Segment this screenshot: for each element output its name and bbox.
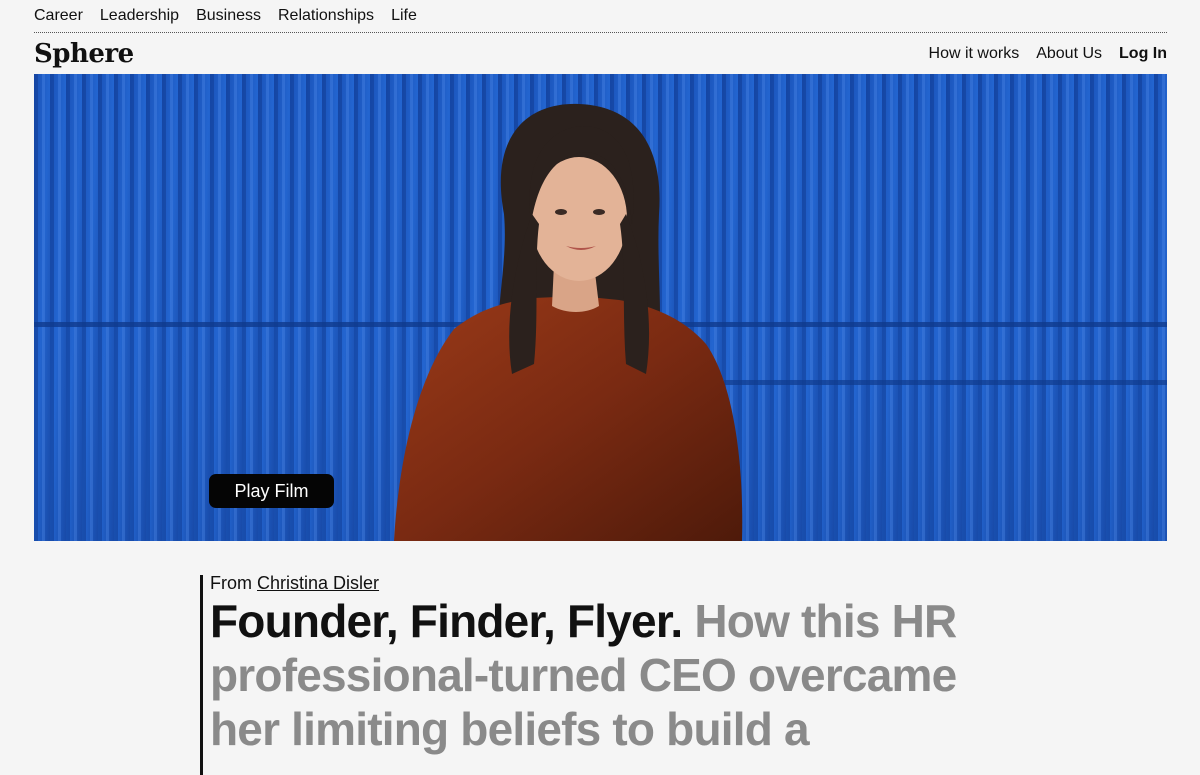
nav-item-business[interactable]: Business — [196, 7, 261, 25]
site-logo[interactable]: Sphere — [34, 39, 134, 69]
main-header: Sphere How it works About Us Log In — [34, 34, 1167, 74]
nav-item-life[interactable]: Life — [391, 7, 417, 25]
log-in-link[interactable]: Log In — [1119, 45, 1167, 63]
headline-lead: Founder, Finder, Flyer. — [210, 595, 683, 647]
how-it-works-link[interactable]: How it works — [929, 45, 1020, 63]
hero-image: Play Film — [34, 74, 1167, 541]
nav-item-career[interactable]: Career — [34, 7, 83, 25]
author-link[interactable]: Christina Disler — [257, 573, 379, 593]
play-film-button[interactable]: Play Film — [209, 474, 334, 508]
article-headline: Founder, Finder, Flyer. How this HR prof… — [210, 594, 990, 756]
byline-from: From — [210, 573, 252, 593]
category-nav: Career Leadership Business Relationships… — [34, 0, 1167, 33]
byline: From Christina Disler — [210, 573, 1000, 594]
hero-photo — [34, 74, 1167, 541]
nav-item-relationships[interactable]: Relationships — [278, 7, 374, 25]
article-intro: From Christina Disler Founder, Finder, F… — [200, 573, 1000, 775]
main-nav: How it works About Us Log In — [929, 45, 1167, 63]
about-us-link[interactable]: About Us — [1036, 45, 1102, 63]
nav-item-leadership[interactable]: Leadership — [100, 7, 179, 25]
